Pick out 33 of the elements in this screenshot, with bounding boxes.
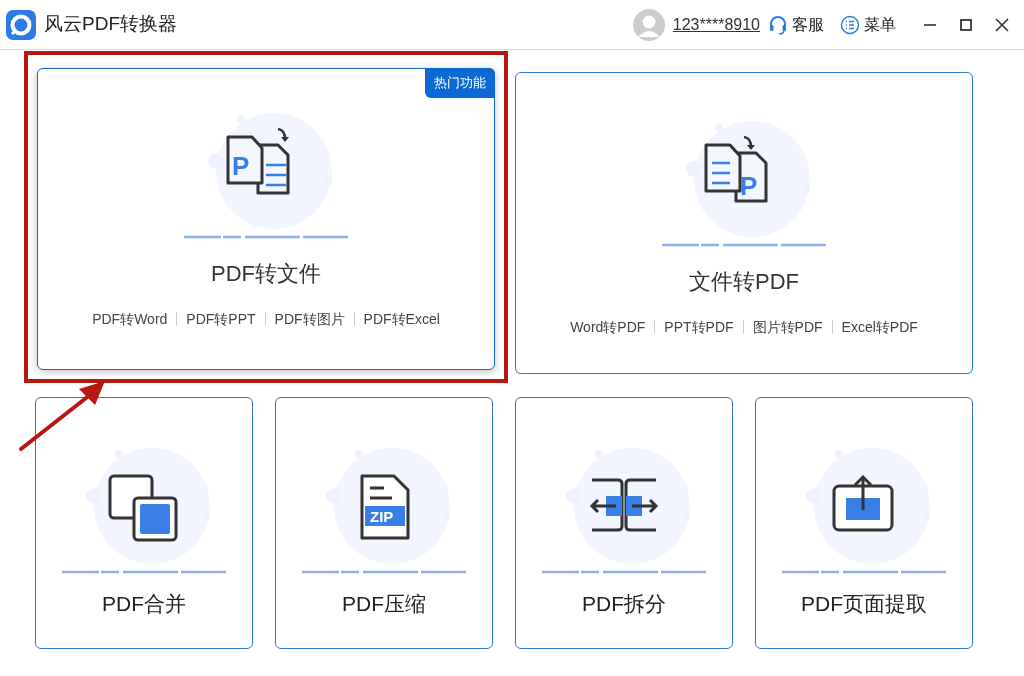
customer-service-button[interactable]: 客服 bbox=[768, 12, 824, 37]
app-logo-icon bbox=[6, 9, 36, 40]
card-title: PDF转文件 bbox=[211, 260, 321, 288]
hot-badge: 热门功能 bbox=[425, 68, 495, 98]
feature-card[interactable]: P 文件转PDF Word转PDF PPT转PDF 图片转PDF Excel转PDF bbox=[515, 72, 973, 374]
menu-button[interactable]: 菜单 bbox=[840, 12, 896, 37]
conversion-link[interactable]: Word转PDF bbox=[561, 320, 655, 334]
conversion-link[interactable]: PDF转Excel bbox=[353, 312, 449, 326]
tool-card[interactable]: PDF拆分 bbox=[515, 397, 733, 649]
tool-card[interactable]: ZIP PDF压缩 bbox=[275, 397, 493, 649]
card-title: PDF拆分 bbox=[582, 591, 666, 617]
app-title: 风云PDF转换器 bbox=[44, 12, 177, 37]
card-title: PDF合并 bbox=[102, 591, 186, 617]
menu-icon bbox=[840, 14, 860, 35]
card-title: PDF页面提取 bbox=[801, 591, 927, 617]
conversion-link[interactable]: PDF转PPT bbox=[176, 312, 265, 326]
feature-card[interactable]: 热门功能 P PDF转文件 PDF转Word PDF转PPT PDF转图片 PDF转Excel bbox=[37, 68, 495, 370]
conversion-link[interactable]: Excel转PDF bbox=[831, 320, 927, 334]
tool-card[interactable]: PDF合并 bbox=[35, 397, 253, 649]
card-title: PDF压缩 bbox=[342, 591, 426, 617]
account-link[interactable]: 123****8910 bbox=[672, 12, 760, 37]
icon-letter: P bbox=[740, 171, 758, 201]
headset-icon bbox=[768, 14, 788, 35]
conversion-link[interactable]: PPT转PDF bbox=[654, 320, 743, 334]
conversion-link[interactable]: PDF转Word bbox=[83, 312, 177, 326]
zip-label: ZIP bbox=[370, 508, 394, 525]
tool-card[interactable]: PDF页面提取 bbox=[755, 397, 973, 649]
card-title: 文件转PDF bbox=[689, 268, 799, 296]
conversion-link[interactable]: 图片转PDF bbox=[742, 320, 832, 334]
icon-letter: P bbox=[232, 151, 250, 181]
maximize-icon bbox=[960, 18, 972, 31]
conversion-link[interactable]: PDF转图片 bbox=[264, 312, 354, 326]
close-icon bbox=[995, 17, 1009, 32]
